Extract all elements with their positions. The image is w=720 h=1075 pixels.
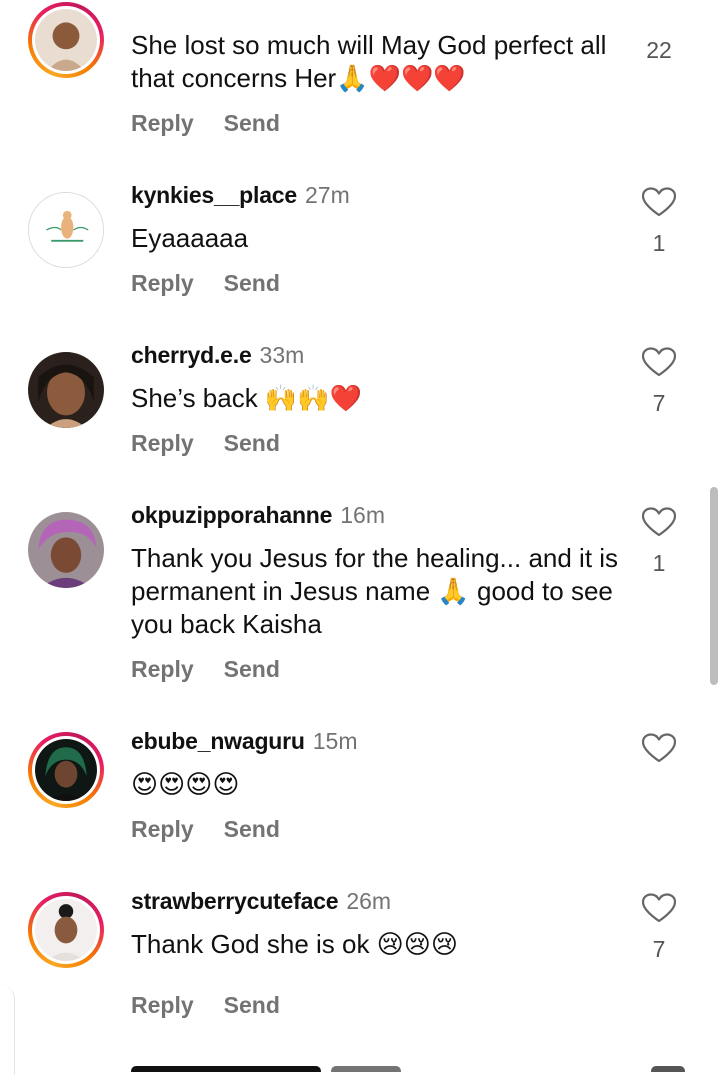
reply-button[interactable]: Reply: [131, 992, 194, 1018]
avatar-woman-icon: [35, 739, 97, 801]
comment-avatar[interactable]: [28, 2, 104, 78]
comment-actions: Reply Send: [131, 816, 280, 843]
send-button[interactable]: Send: [224, 270, 280, 296]
comment-time: 27m: [305, 182, 350, 208]
comment-actions: Reply Send: [131, 656, 280, 683]
avatar-woman-headwrap-icon: [28, 512, 104, 588]
reply-button[interactable]: Reply: [131, 430, 194, 456]
next-comment-peek: [131, 1060, 691, 1072]
send-button[interactable]: Send: [224, 992, 280, 1018]
send-button[interactable]: Send: [224, 816, 280, 842]
like-count: 1: [652, 550, 666, 576]
avatar-woman-icon: [35, 9, 97, 71]
comment-text: She’s back 🙌🙌❤️: [131, 383, 363, 413]
comment-avatar[interactable]: [28, 352, 104, 428]
comment-meta: strawberrycuteface 26m: [131, 888, 391, 915]
comment-avatar[interactable]: [28, 192, 104, 268]
heart-icon[interactable]: [642, 893, 676, 923]
comment-actions: Reply Send: [131, 430, 280, 457]
like-count: 1: [652, 230, 666, 256]
scrollbar[interactable]: [710, 487, 718, 685]
comment-time: 26m: [346, 888, 392, 914]
comment-meta: kynkies__place 27m: [131, 182, 350, 209]
comment-text: Thank God she is ok 😢😢😢: [131, 929, 458, 959]
heart-icon[interactable]: [642, 347, 676, 377]
comment-avatar[interactable]: [28, 512, 104, 588]
heart-icon[interactable]: [642, 733, 676, 763]
reply-button[interactable]: Reply: [131, 816, 194, 842]
send-button[interactable]: Send: [224, 656, 280, 682]
comment-meta: cherryd.e.e 33m: [131, 342, 304, 369]
send-button[interactable]: Send: [224, 430, 280, 456]
heart-icon[interactable]: [642, 187, 676, 217]
comment-text: Eyaaaaaa: [131, 223, 249, 253]
comment-time: 33m: [259, 342, 305, 368]
comment-username[interactable]: strawberrycuteface: [131, 888, 339, 914]
comment-actions: Reply Send: [131, 270, 280, 297]
reply-button[interactable]: Reply: [131, 656, 194, 682]
send-button[interactable]: Send: [224, 110, 280, 136]
comment-time: 15m: [312, 728, 358, 754]
comment-actions: Reply Send: [131, 992, 280, 1019]
comment-text: Thank you Jesus for the healing... and i…: [131, 543, 619, 639]
comment-time: 16m: [340, 502, 386, 528]
reply-button[interactable]: Reply: [131, 270, 194, 296]
avatar-woman-icon: [28, 352, 104, 428]
comment-username[interactable]: cherryd.e.e: [131, 342, 252, 368]
comment-avatar[interactable]: [28, 732, 104, 808]
comment-text: She lost so much will May God perfect al…: [131, 30, 607, 93]
reply-button[interactable]: Reply: [131, 110, 194, 136]
comment-meta: ebube_nwaguru 15m: [131, 728, 358, 755]
comment-avatar[interactable]: [28, 892, 104, 968]
heart-icon[interactable]: [642, 507, 676, 537]
comment-username[interactable]: ebube_nwaguru: [131, 728, 305, 754]
comment-actions: Reply Send: [131, 110, 280, 137]
comment-username[interactable]: kynkies__place: [131, 182, 297, 208]
like-count: 22: [646, 37, 672, 63]
avatar-logo-icon: [29, 193, 103, 267]
like-count: 7: [652, 936, 666, 962]
floating-panel-edge: [0, 985, 15, 1075]
comment-meta: okpuzipporahanne 16m: [131, 502, 385, 529]
avatar-woman-icon: [35, 899, 97, 961]
like-count: 7: [652, 390, 666, 416]
comment-text: 😍😍😍😍: [131, 769, 240, 799]
comment-username[interactable]: okpuzipporahanne: [131, 502, 332, 528]
